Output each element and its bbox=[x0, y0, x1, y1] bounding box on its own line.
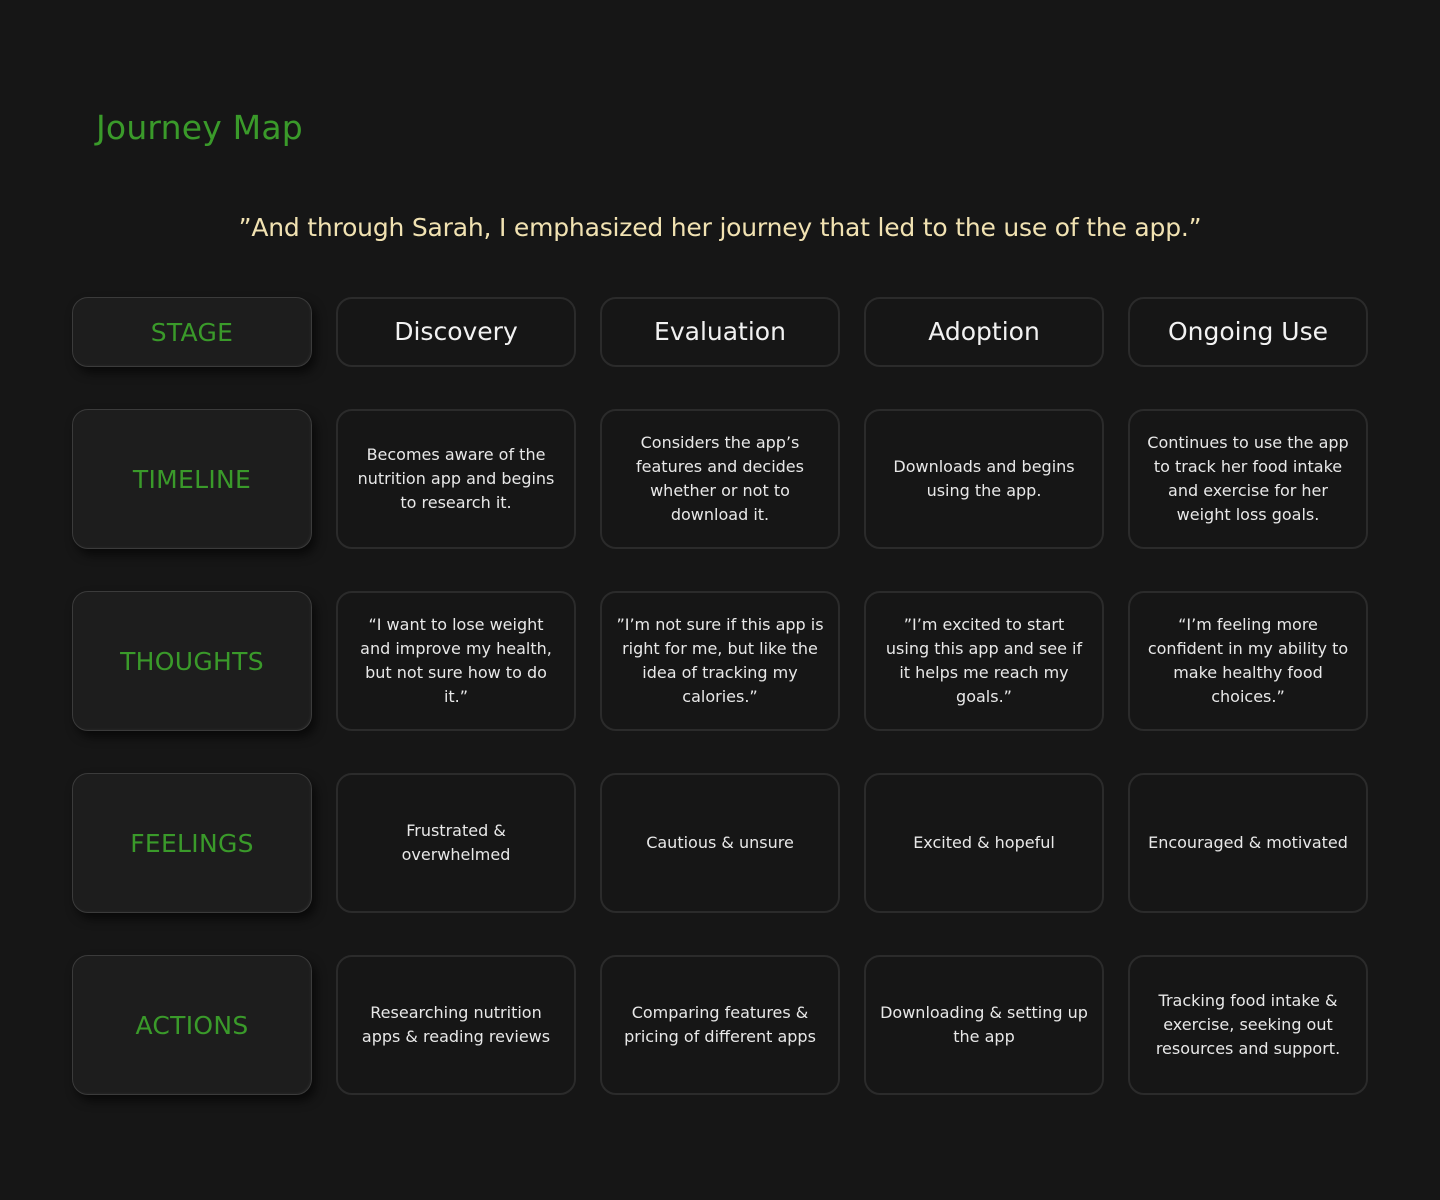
journey-map-grid: STAGE Discovery Evaluation Adoption Ongo… bbox=[72, 297, 1368, 1137]
feelings-adoption-cell: Excited & hopeful bbox=[864, 773, 1104, 913]
actions-row: ACTIONS Researching nutrition apps & rea… bbox=[72, 955, 1368, 1095]
actions-adoption-cell: Downloading & setting up the app bbox=[864, 955, 1104, 1095]
feelings-ongoing-use-cell: Encouraged & motivated bbox=[1128, 773, 1368, 913]
persona-quote: ”And through Sarah, I emphasized her jou… bbox=[238, 213, 1202, 242]
row-label-stage: STAGE bbox=[72, 297, 312, 367]
stage-adoption: Adoption bbox=[864, 297, 1104, 367]
stage-discovery: Discovery bbox=[336, 297, 576, 367]
thoughts-adoption-cell: ”I’m excited to start using this app and… bbox=[864, 591, 1104, 731]
row-label-thoughts: THOUGHTS bbox=[72, 591, 312, 731]
row-label-actions: ACTIONS bbox=[72, 955, 312, 1095]
thoughts-row: THOUGHTS “I want to lose weight and impr… bbox=[72, 591, 1368, 731]
actions-ongoing-use-cell: Tracking food intake & exercise, seeking… bbox=[1128, 955, 1368, 1095]
stage-evaluation: Evaluation bbox=[600, 297, 840, 367]
stage-ongoing-use: Ongoing Use bbox=[1128, 297, 1368, 367]
timeline-discovery-cell: Becomes aware of the nutrition app and b… bbox=[336, 409, 576, 549]
actions-evaluation-cell: Comparing features & pricing of differen… bbox=[600, 955, 840, 1095]
feelings-evaluation-cell: Cautious & unsure bbox=[600, 773, 840, 913]
feelings-row: FEELINGS Frustrated & overwhelmed Cautio… bbox=[72, 773, 1368, 913]
feelings-discovery-cell: Frustrated & overwhelmed bbox=[336, 773, 576, 913]
timeline-evaluation-cell: Considers the app’s features and decides… bbox=[600, 409, 840, 549]
thoughts-ongoing-use-cell: “I’m feeling more confident in my abilit… bbox=[1128, 591, 1368, 731]
thoughts-discovery-cell: “I want to lose weight and improve my he… bbox=[336, 591, 576, 731]
timeline-adoption-cell: Downloads and begins using the app. bbox=[864, 409, 1104, 549]
page-title: Journey Map bbox=[96, 108, 303, 147]
row-label-timeline: TIMELINE bbox=[72, 409, 312, 549]
thoughts-evaluation-cell: ”I’m not sure if this app is right for m… bbox=[600, 591, 840, 731]
actions-discovery-cell: Researching nutrition apps & reading rev… bbox=[336, 955, 576, 1095]
row-label-feelings: FEELINGS bbox=[72, 773, 312, 913]
timeline-row: TIMELINE Becomes aware of the nutrition … bbox=[72, 409, 1368, 549]
stage-row: STAGE Discovery Evaluation Adoption Ongo… bbox=[72, 297, 1368, 367]
timeline-ongoing-use-cell: Continues to use the app to track her fo… bbox=[1128, 409, 1368, 549]
